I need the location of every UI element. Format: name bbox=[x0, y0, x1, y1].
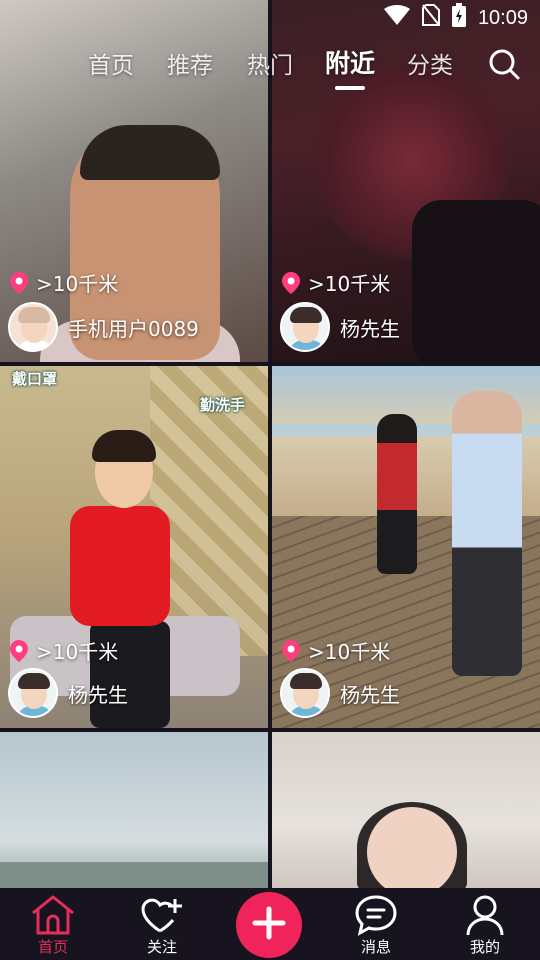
avatar[interactable] bbox=[8, 668, 58, 718]
card-user[interactable]: 杨先生 bbox=[8, 668, 128, 718]
thumbnail-shape bbox=[367, 807, 457, 888]
distance-text: >10千米 bbox=[36, 272, 119, 296]
status-bar: 10:09 bbox=[340, 0, 540, 36]
message-icon bbox=[331, 894, 421, 936]
tab-recommended[interactable]: 推荐 bbox=[167, 46, 213, 80]
distance-text: >10千米 bbox=[308, 640, 391, 664]
tab-category[interactable]: 分类 bbox=[407, 46, 453, 80]
video-feed-grid: >10千米 手机用户0089 >10千米 杨先生 戴口罩 勤洗手 >10千米 杨… bbox=[0, 0, 540, 888]
avatar[interactable] bbox=[280, 668, 330, 718]
nav-follow[interactable]: 关注 bbox=[117, 894, 207, 957]
distance-text: >10千米 bbox=[308, 272, 391, 296]
avatar[interactable] bbox=[280, 302, 330, 352]
home-icon bbox=[8, 894, 98, 936]
distance-label: >10千米 bbox=[282, 268, 390, 297]
distance-label: >10千米 bbox=[282, 636, 390, 665]
nav-profile[interactable]: 我的 bbox=[440, 894, 530, 957]
create-post-button[interactable] bbox=[236, 892, 302, 958]
avatar[interactable] bbox=[8, 302, 58, 352]
thumbnail-shape bbox=[92, 430, 156, 462]
username: 杨先生 bbox=[340, 316, 400, 341]
location-pin-icon bbox=[282, 639, 300, 662]
thumbnail-shape bbox=[0, 862, 268, 888]
location-pin-icon bbox=[10, 271, 28, 294]
active-tab-indicator bbox=[335, 86, 365, 90]
nav-label: 关注 bbox=[146, 938, 177, 956]
location-pin-icon bbox=[282, 271, 300, 294]
wifi-icon bbox=[383, 5, 410, 31]
no-sim-icon bbox=[421, 4, 440, 32]
heart-plus-icon bbox=[117, 894, 207, 936]
sticker-text: 戴口罩 bbox=[12, 370, 58, 388]
username: 杨先生 bbox=[340, 682, 400, 707]
distance-text: >10千米 bbox=[36, 640, 119, 664]
tab-home[interactable]: 首页 bbox=[88, 46, 134, 80]
bottom-nav: 首页 关注 消息 我的 bbox=[0, 888, 540, 960]
username: 手机用户0089 bbox=[68, 316, 199, 341]
card-user[interactable]: 手机用户0089 bbox=[8, 302, 199, 352]
top-tab-bar: 首页 推荐 热门 附近 分类 bbox=[0, 46, 540, 90]
thumbnail-shape bbox=[412, 200, 540, 362]
username: 杨先生 bbox=[68, 682, 128, 707]
tab-hot[interactable]: 热门 bbox=[247, 46, 293, 80]
video-card[interactable]: 戴口罩 勤洗手 >10千米 杨先生 bbox=[0, 366, 268, 728]
nav-label: 首页 bbox=[37, 938, 68, 956]
thumbnail-shape bbox=[80, 125, 220, 180]
search-icon[interactable] bbox=[488, 48, 520, 80]
nav-messages[interactable]: 消息 bbox=[331, 894, 421, 957]
video-card[interactable]: >10千米 杨先生 bbox=[272, 366, 540, 728]
sticker-text: 勤洗手 bbox=[200, 396, 246, 414]
nav-label: 我的 bbox=[469, 938, 500, 956]
status-time: 10:09 bbox=[477, 6, 528, 29]
card-user[interactable]: 杨先生 bbox=[280, 302, 400, 352]
video-card[interactable] bbox=[0, 732, 268, 888]
thumbnail-shape bbox=[452, 391, 522, 676]
video-card[interactable] bbox=[272, 732, 540, 888]
thumbnail-shape bbox=[377, 414, 417, 574]
location-pin-icon bbox=[10, 639, 28, 662]
nav-label: 消息 bbox=[360, 938, 391, 956]
card-user[interactable]: 杨先生 bbox=[280, 668, 400, 718]
battery-charging-icon bbox=[451, 3, 466, 33]
plus-icon bbox=[252, 906, 286, 944]
distance-label: >10千米 bbox=[10, 636, 118, 665]
profile-icon bbox=[440, 894, 530, 936]
nav-home[interactable]: 首页 bbox=[8, 894, 98, 957]
thumbnail-shape bbox=[70, 506, 170, 626]
tab-nearby[interactable]: 附近 bbox=[325, 44, 375, 80]
distance-label: >10千米 bbox=[10, 268, 118, 297]
